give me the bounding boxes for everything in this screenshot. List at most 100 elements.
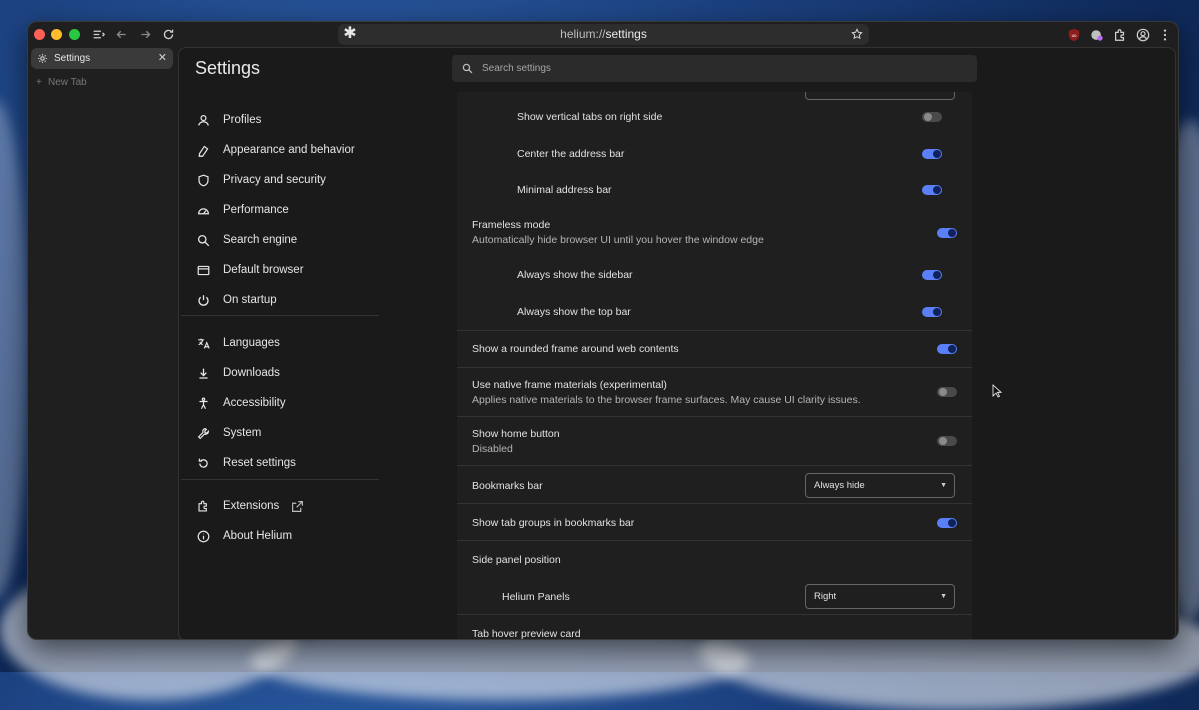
- setting-description: Automatically hide browser UI until you …: [472, 234, 764, 246]
- vertical-tabs-sidebar: Settings ✕ + New Tab: [28, 48, 178, 639]
- setting-label: Frameless mode: [472, 219, 551, 231]
- setting-description: Disabled: [472, 443, 513, 455]
- accessibility-icon: [199, 397, 208, 409]
- nav-item-accessibility[interactable]: Accessibility: [197, 393, 286, 413]
- gear-icon: [38, 54, 47, 63]
- bookmark-star-icon[interactable]: [849, 26, 865, 42]
- paint-icon: [198, 145, 209, 157]
- nav-label: Downloads: [223, 367, 280, 379]
- setting-label: Tab hover preview card: [472, 628, 581, 640]
- mask-extension-icon[interactable]: [1088, 26, 1106, 44]
- close-icon[interactable]: ✕: [158, 48, 167, 69]
- select-value: Always hide: [814, 480, 865, 491]
- search-placeholder: Search settings: [482, 63, 551, 74]
- nav-divider: [181, 315, 379, 316]
- setting-label: Center the address bar: [517, 148, 625, 160]
- row-divider: [457, 330, 972, 331]
- setting-label: Always show the top bar: [517, 306, 631, 318]
- row-divider: [457, 416, 972, 417]
- home-button-toggle[interactable]: [937, 436, 957, 446]
- vertical-tabs-right-toggle[interactable]: [922, 112, 942, 122]
- nav-item-search-engine[interactable]: Search engine: [197, 230, 297, 250]
- puzzle-extensions-icon[interactable]: [1111, 26, 1129, 44]
- reset-icon: [198, 458, 208, 468]
- nav-item-extensions[interactable]: Extensions: [197, 496, 304, 516]
- info-icon: [197, 530, 210, 542]
- tab-settings[interactable]: Settings ✕: [31, 48, 173, 69]
- nav-item-on-startup[interactable]: On startup: [197, 290, 277, 310]
- always-sidebar-toggle[interactable]: [922, 270, 942, 280]
- always-topbar-toggle[interactable]: [922, 307, 942, 317]
- external-link-icon: [292, 500, 304, 512]
- puzzle-icon: [198, 500, 207, 512]
- background-cloud: [0, 100, 30, 600]
- bookmarks-bar-select[interactable]: Always hide ▼: [805, 473, 955, 498]
- nav-label: Default browser: [223, 264, 304, 276]
- setting-label: Helium Panels: [502, 591, 570, 603]
- gauge-icon: [198, 207, 209, 214]
- nav-item-system[interactable]: System: [197, 423, 261, 443]
- address-bar[interactable]: ✱ helium://settings: [338, 24, 869, 45]
- nav-item-privacy[interactable]: Privacy and security: [197, 170, 326, 190]
- setting-label: Bookmarks bar: [472, 480, 543, 492]
- clipped-dropdown[interactable]: [805, 92, 955, 100]
- power-icon: [198, 294, 209, 306]
- nav-label: Search engine: [223, 234, 298, 246]
- center-address-toggle[interactable]: [922, 149, 942, 159]
- title-bar: ✱ helium://settings uo: [28, 22, 1178, 48]
- nav-item-profiles[interactable]: Profiles: [197, 110, 261, 130]
- more-menu-icon[interactable]: [1156, 26, 1174, 44]
- minimize-window-button[interactable]: [51, 29, 62, 40]
- search-input[interactable]: Search settings: [452, 55, 977, 82]
- plus-icon: +: [36, 77, 42, 88]
- nav-label: Accessibility: [223, 397, 286, 409]
- profile-icon[interactable]: [1134, 26, 1152, 44]
- tab-label: Settings: [54, 53, 91, 64]
- nav-item-languages[interactable]: Languages: [197, 333, 280, 353]
- nav-label: Profiles: [223, 114, 262, 126]
- ublock-extension-icon[interactable]: uo: [1065, 26, 1083, 44]
- nav-label: System: [223, 427, 262, 439]
- nav-label: Extensions: [223, 500, 280, 512]
- translate-icon: [198, 338, 210, 349]
- select-value: Right: [814, 591, 837, 602]
- nav-item-appearance[interactable]: Appearance and behavior: [197, 140, 355, 160]
- browser-window: ✱ helium://settings uo Settings ✕ + New …: [27, 21, 1179, 640]
- helium-panels-select[interactable]: Right ▼: [805, 584, 955, 609]
- mouse-cursor-icon: [992, 384, 1002, 398]
- zoom-window-button[interactable]: [69, 29, 80, 40]
- setting-label: Side panel position: [472, 554, 561, 566]
- nav-item-about[interactable]: About Helium: [197, 526, 292, 546]
- frameless-mode-toggle[interactable]: [937, 228, 957, 238]
- url-text: helium://settings: [560, 27, 647, 41]
- close-window-button[interactable]: [34, 29, 45, 40]
- new-tab-button[interactable]: + New Tab: [36, 76, 87, 90]
- shield-icon: [198, 174, 209, 186]
- setting-label: Show home button: [472, 428, 560, 440]
- minimal-address-toggle[interactable]: [922, 185, 942, 195]
- browser-icon: [197, 265, 210, 275]
- row-divider: [457, 503, 972, 504]
- nav-item-reset[interactable]: Reset settings: [197, 453, 296, 473]
- rounded-frame-toggle[interactable]: [937, 344, 957, 354]
- forward-arrow-icon[interactable]: [136, 26, 154, 44]
- new-tab-label: New Tab: [48, 77, 87, 88]
- native-materials-toggle[interactable]: [937, 387, 957, 397]
- nav-item-default-browser[interactable]: Default browser: [197, 260, 304, 280]
- back-arrow-icon[interactable]: [112, 26, 130, 44]
- setting-label: Always show the sidebar: [517, 269, 633, 281]
- nav-item-performance[interactable]: Performance: [197, 200, 289, 220]
- nav-label: On startup: [223, 294, 277, 306]
- setting-description: Applies native materials to the browser …: [472, 394, 861, 406]
- sidebar-toggle-icon[interactable]: [89, 26, 107, 44]
- nav-item-downloads[interactable]: Downloads: [197, 363, 280, 383]
- download-icon: [199, 368, 208, 379]
- tab-groups-bookmarks-toggle[interactable]: [937, 518, 957, 528]
- nav-label: Appearance and behavior: [223, 144, 355, 156]
- reload-icon[interactable]: [159, 26, 177, 44]
- appearance-settings-panel: Show vertical tabs on right side Center …: [457, 92, 972, 640]
- setting-label: Show tab groups in bookmarks bar: [472, 517, 635, 529]
- nav-label: Performance: [223, 204, 289, 216]
- setting-label: Show a rounded frame around web contents: [472, 343, 679, 355]
- page-title: Settings: [195, 58, 261, 78]
